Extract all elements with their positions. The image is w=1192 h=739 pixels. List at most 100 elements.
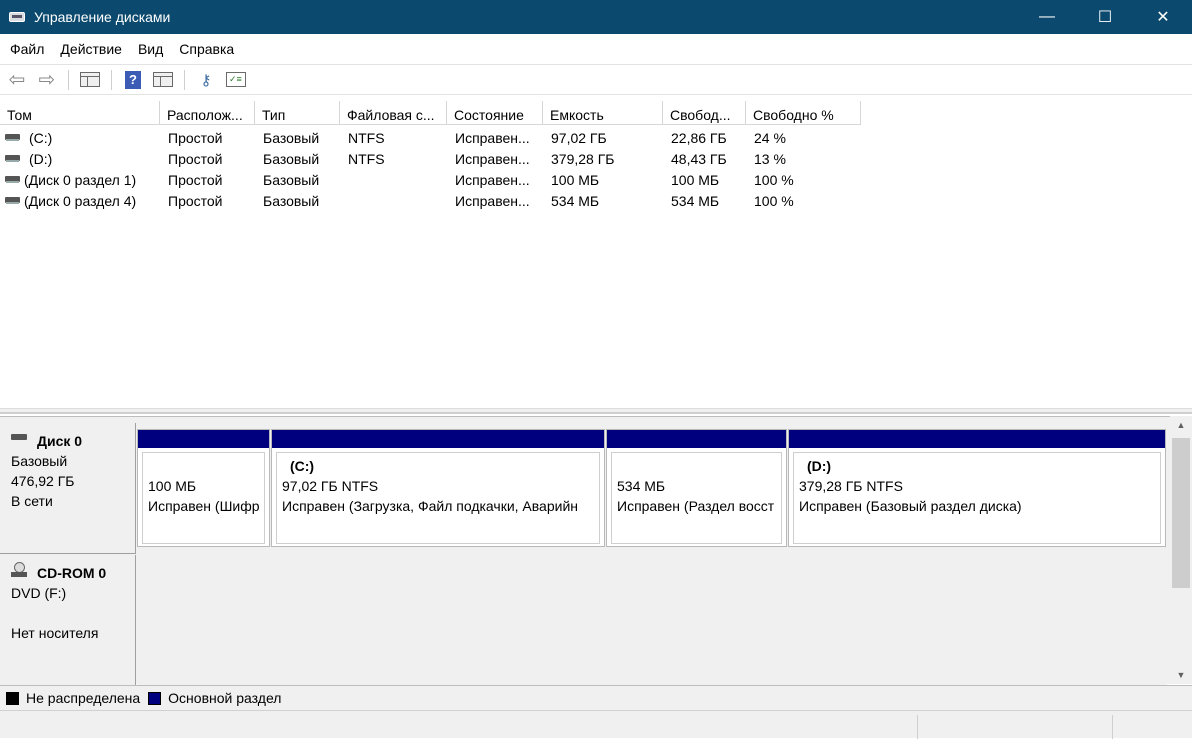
volume-icon <box>5 155 20 162</box>
cell-percent-free: 24 % <box>754 130 786 146</box>
cell-type: Базовый <box>263 172 320 188</box>
cell-capacity: 379,28 ГБ <box>551 151 615 167</box>
cell-status: Исправен... <box>455 130 530 146</box>
partition-c[interactable]: (C:) 97,02 ГБ NTFS Исправен (Загрузка, Ф… <box>271 429 605 547</box>
title-bar: Управление дисками — ☐ ✕ <box>0 0 1192 34</box>
scroll-thumb[interactable] <box>1172 438 1190 588</box>
connect-icon: ⚷ <box>200 71 212 89</box>
cell-percent-free: 100 % <box>754 193 794 209</box>
partition-type-bar <box>138 430 269 448</box>
help-button[interactable]: ? <box>120 69 146 91</box>
cell-status: Исправен... <box>455 172 530 188</box>
partition-size: 100 МБ <box>148 478 197 494</box>
disk-status: В сети <box>11 493 53 509</box>
minimize-button[interactable]: — <box>1018 0 1076 34</box>
cell-volume: (Диск 0 раздел 1) <box>24 172 137 188</box>
menu-file[interactable]: Файл <box>2 41 52 57</box>
legend-unallocated: Не распределена <box>26 690 141 706</box>
back-button[interactable]: ⇦ <box>4 69 30 91</box>
cell-type: Базовый <box>263 130 320 146</box>
cell-layout: Простой <box>168 130 223 146</box>
cell-volume: (Диск 0 раздел 4) <box>24 193 137 209</box>
volume-icon <box>5 176 20 183</box>
column-header-status[interactable]: Состояние <box>447 101 543 125</box>
column-header-free-space[interactable]: Свобод... <box>663 101 746 125</box>
column-header-capacity[interactable]: Емкость <box>543 101 663 125</box>
cell-volume: (D:) <box>29 151 53 167</box>
cell-free-space: 100 МБ <box>671 172 720 188</box>
toolbar-separator <box>184 69 185 90</box>
properties-button[interactable]: ✓≡ <box>223 69 249 91</box>
forward-arrow-icon: ⇨ <box>38 68 56 91</box>
partition-state: Исправен (Раздел восст <box>617 498 775 514</box>
menu-help[interactable]: Справка <box>171 41 242 57</box>
close-button[interactable]: ✕ <box>1134 0 1192 34</box>
cell-free-space: 22,86 ГБ <box>671 130 727 146</box>
cell-capacity: 97,02 ГБ <box>551 130 607 146</box>
volume-row[interactable]: (Диск 0 раздел 4) Простой Базовый Исправ… <box>0 191 1192 212</box>
volume-icon <box>5 197 20 204</box>
maximize-button[interactable]: ☐ <box>1076 0 1134 34</box>
show-hide-console-tree-button[interactable] <box>77 69 103 91</box>
column-header-filesystem[interactable]: Файловая с... <box>340 101 447 125</box>
partition-state: Исправен (Загрузка, Файл подкачки, Авари… <box>282 498 578 514</box>
action-pane-icon <box>153 72 173 87</box>
menu-view[interactable]: Вид <box>130 41 171 57</box>
action-pane-button[interactable] <box>150 69 176 91</box>
cell-free-space: 48,43 ГБ <box>671 151 727 167</box>
primary-partition-swatch <box>148 691 162 705</box>
disk-management-icon <box>8 9 26 25</box>
menu-action[interactable]: Действие <box>52 41 130 57</box>
scroll-up-icon[interactable]: ▲ <box>1170 416 1192 434</box>
partition-state: Исправен (Базовый раздел диска) <box>799 498 1022 514</box>
hard-disk-icon <box>11 434 27 440</box>
scroll-down-icon[interactable]: ▼ <box>1170 666 1192 684</box>
disk-name: Диск 0 <box>37 433 83 449</box>
cell-capacity: 534 МБ <box>551 193 600 209</box>
cdrom-0-panel[interactable]: CD-ROM 0 DVD (F:) Нет носителя <box>0 555 136 685</box>
column-header-volume[interactable]: Том <box>0 101 160 125</box>
cell-type: Базовый <box>263 151 320 167</box>
partition-name: (D:) <box>807 458 832 474</box>
forward-button[interactable]: ⇨ <box>34 69 60 91</box>
connect-button[interactable]: ⚷ <box>193 69 219 91</box>
partition-type-bar <box>607 430 786 448</box>
cdrom-0-area <box>137 555 1167 685</box>
properties-icon: ✓≡ <box>226 72 246 87</box>
cell-filesystem: NTFS <box>348 130 385 146</box>
partition-recovery-534mb[interactable]: 534 МБ Исправен (Раздел восст <box>606 429 787 547</box>
legend-primary-partition: Основной раздел <box>168 690 282 706</box>
partition-name: (C:) <box>290 458 315 474</box>
column-header-type[interactable]: Тип <box>255 101 340 125</box>
partition-recovery-100mb[interactable]: 100 МБ Исправен (Шифр <box>137 429 270 547</box>
vertical-scrollbar[interactable]: ▲ ▼ <box>1170 416 1192 684</box>
volume-row[interactable]: (Диск 0 раздел 1) Простой Базовый Исправ… <box>0 170 1192 191</box>
partition-type-bar <box>789 430 1165 448</box>
legend: Не распределена Основной раздел <box>0 685 1192 710</box>
column-header-layout[interactable]: Располож... <box>160 101 255 125</box>
disk-type: Базовый <box>11 453 68 469</box>
disk-type: DVD (F:) <box>11 585 67 601</box>
toolbar-separator <box>111 69 112 90</box>
partition-d[interactable]: (D:) 379,28 ГБ NTFS Исправен (Базовый ра… <box>788 429 1166 547</box>
cell-percent-free: 13 % <box>754 151 786 167</box>
volume-list: Том Располож... Тип Файловая с... Состоя… <box>0 101 1192 408</box>
partition-type-bar <box>272 430 604 448</box>
volume-row[interactable]: (C:) Простой Базовый NTFS Исправен... 97… <box>0 128 1192 149</box>
volume-row[interactable]: (D:) Простой Базовый NTFS Исправен... 37… <box>0 149 1192 170</box>
disk-name: CD-ROM 0 <box>37 565 107 581</box>
disk-0-partitions: 100 МБ Исправен (Шифр (C:) 97,02 ГБ NTFS… <box>137 429 1167 549</box>
disk-size: 476,92 ГБ <box>11 473 75 489</box>
status-bar <box>0 710 1192 739</box>
show-hide-console-tree-icon <box>80 72 100 87</box>
disk-0-panel[interactable]: Диск 0 Базовый 476,92 ГБ В сети <box>0 423 136 554</box>
column-header-percent-free[interactable]: Свободно % <box>746 101 861 125</box>
cd-drive-icon <box>11 562 27 578</box>
partition-size: 534 МБ <box>617 478 666 494</box>
window-title: Управление дисками <box>34 9 171 25</box>
cell-capacity: 100 МБ <box>551 172 600 188</box>
pane-splitter[interactable] <box>0 408 1192 414</box>
partition-size: 97,02 ГБ NTFS <box>282 478 379 494</box>
toolbar: ⇦ ⇨ ? ⚷ ✓≡ <box>0 64 1192 95</box>
status-separator <box>1112 715 1113 739</box>
